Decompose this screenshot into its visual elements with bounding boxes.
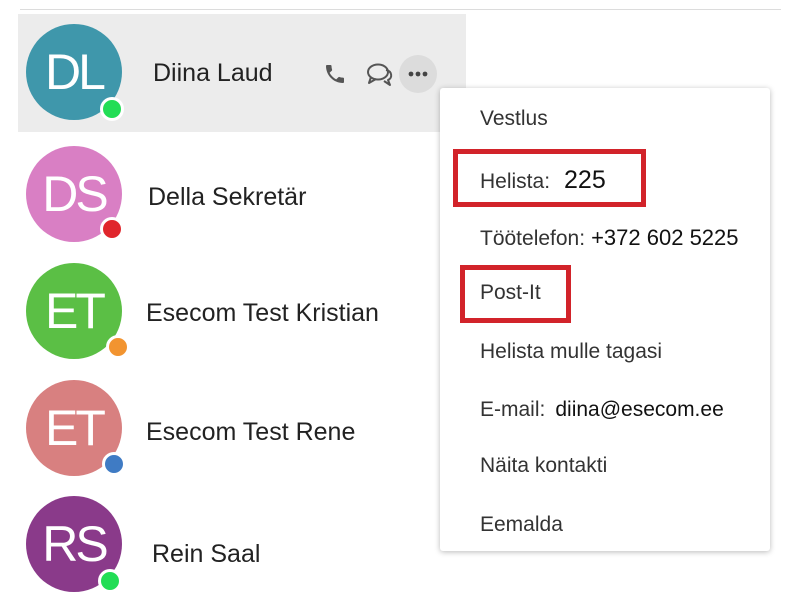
menu-item-label: Vestlus (480, 107, 548, 130)
presence-available-icon (100, 97, 124, 121)
avatar-initials: ET (45, 400, 106, 456)
contact-name: Diina Laud (153, 59, 273, 87)
avatar-initials: DS (42, 166, 108, 222)
menu-item-email[interactable]: E-mail: diina@esecom.ee (480, 398, 724, 422)
more-icon (408, 71, 428, 77)
menu-item-work-phone[interactable]: Töötelefon: +372 602 5225 (480, 225, 739, 251)
menu-item-callback[interactable]: Helista mulle tagasi (480, 340, 662, 364)
menu-item-remove[interactable]: Eemalda (480, 513, 563, 537)
presence-busy-icon (100, 217, 124, 241)
post-it-highlight-box (460, 265, 571, 323)
contact-row-della-sekretar[interactable]: DS Della Sekretär (18, 139, 466, 257)
menu-item-label: E-mail: (480, 398, 546, 421)
menu-item-show-contact[interactable]: Näita kontakti (480, 454, 607, 478)
contact-name: Esecom Test Rene (146, 418, 356, 446)
contact-name: Rein Saal (152, 540, 261, 568)
menu-item-chat[interactable]: Vestlus (480, 107, 548, 131)
avatar-initials: ET (45, 283, 106, 339)
contact-row-diina-laud[interactable]: DL Diina Laud (18, 14, 466, 132)
presence-offline-icon (102, 452, 126, 476)
menu-item-label: Töötelefon: (480, 227, 586, 250)
contact-name: Esecom Test Kristian (146, 299, 379, 327)
row-actions (323, 54, 437, 94)
email-address: diina@esecom.ee (555, 398, 724, 421)
work-phone-number: +372 602 5225 (591, 225, 739, 250)
chat-icon[interactable] (365, 61, 395, 87)
presence-away-icon (106, 335, 130, 359)
contact-name: Della Sekretär (148, 183, 307, 211)
presence-available-icon (98, 569, 122, 593)
menu-item-label: Eemalda (480, 513, 563, 536)
menu-item-label: Helista mulle tagasi (480, 340, 663, 363)
menu-item-label: Näita kontakti (480, 454, 608, 477)
call-highlight-box (453, 149, 646, 207)
contact-row-rein-saal[interactable]: RS Rein Saal (18, 487, 466, 605)
avatar-initials: DL (45, 44, 106, 100)
more-options-button[interactable] (399, 55, 437, 93)
contact-row-esecom-test-rene[interactable]: ET Esecom Test Rene (18, 372, 466, 490)
contact-row-esecom-test-kristian[interactable]: ET Esecom Test Kristian (18, 255, 466, 373)
avatar-initials: RS (42, 516, 108, 572)
phone-icon[interactable] (323, 62, 347, 86)
